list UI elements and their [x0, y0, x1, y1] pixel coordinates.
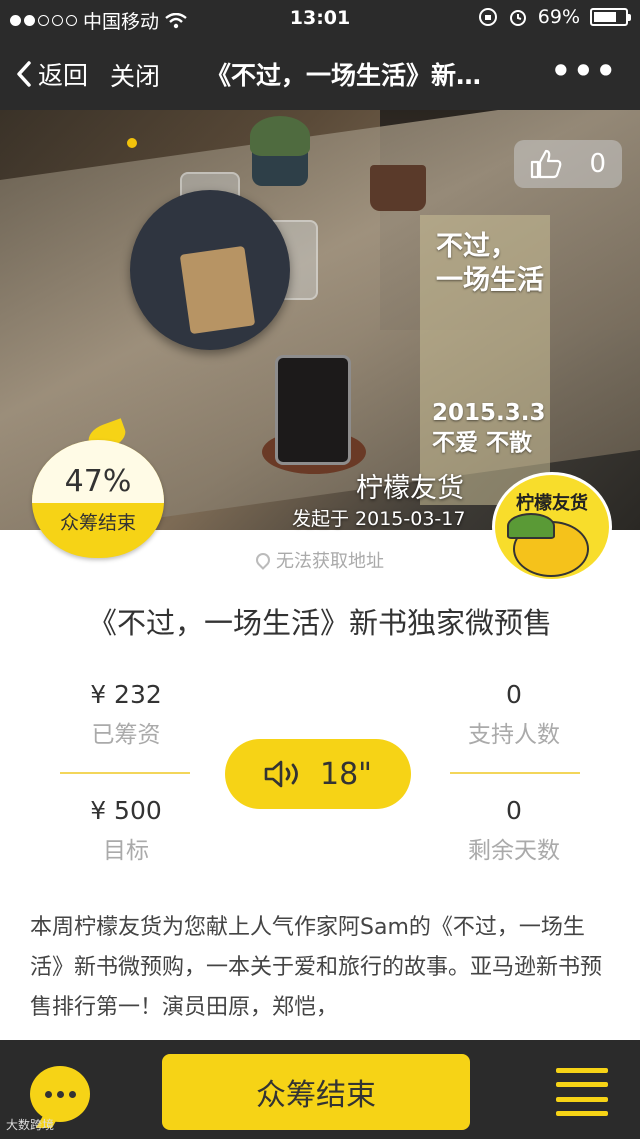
book-cover-date: 2015.3.3 不爱 不散: [432, 400, 546, 456]
start-date: 发起于 2015-03-17: [292, 508, 466, 530]
stat-days-label: 剩余天数: [468, 838, 560, 864]
location: 无法获取地址: [0, 547, 640, 573]
project-title: 《不过，一场生活》新书独家微预售: [87, 606, 552, 640]
back-button[interactable]: 返回: [16, 56, 88, 92]
more-button[interactable]: •••: [551, 52, 618, 90]
alarm-icon: [509, 10, 526, 26]
progress-percent: 47%: [64, 464, 132, 499]
location-pin-icon: [253, 550, 273, 570]
rotation-lock-icon: [478, 8, 497, 26]
watermark: 大数跨境: [6, 1118, 55, 1132]
back-label: 返回: [38, 61, 89, 90]
stat-days-left: 0 剩余天数: [444, 796, 584, 865]
stat-raised-label: 已筹资: [91, 722, 161, 748]
nav-bar: 返回 关闭 《不过，一场生活》新… •••: [0, 36, 640, 110]
book-cover-title: 不过， 一场生活: [436, 231, 544, 296]
stat-raised: ¥ 232 已筹资: [56, 680, 196, 749]
divider: [60, 772, 190, 774]
stat-goal-value: ¥ 500: [90, 796, 162, 825]
voice-message-button[interactable]: 18": [225, 739, 411, 809]
close-button[interactable]: 关闭: [110, 57, 160, 93]
avatar-brand-text: 柠檬友货: [516, 493, 588, 514]
stat-goal-label: 目标: [103, 838, 149, 864]
menu-icon[interactable]: [556, 1068, 608, 1116]
location-text: 无法获取地址: [276, 551, 384, 572]
voice-duration: 18": [320, 756, 372, 792]
carousel-dot: [127, 138, 137, 148]
divider: [450, 772, 580, 774]
stat-days-value: 0: [506, 796, 522, 825]
battery-icon: [590, 8, 631, 26]
stat-raised-value: ¥ 232: [90, 680, 162, 709]
coffee-cup-image: [275, 355, 351, 465]
like-count: 0: [589, 149, 606, 179]
stat-backers: 0 支持人数: [444, 680, 584, 749]
stat-backers-value: 0: [506, 680, 522, 709]
thumbs-up-icon: [530, 149, 562, 179]
chevron-left-icon: [17, 61, 31, 87]
bottom-bar: 众筹结束: [0, 1040, 640, 1139]
stat-goal: ¥ 500 目标: [56, 796, 196, 865]
battery-percent: 69%: [537, 6, 580, 28]
project-description: 本周柠檬友货为您献上人气作家阿Sam的《不过，一场生活》新书微预购，一本关于爱和…: [30, 915, 603, 1020]
progress-badge: 47% 众筹结束: [32, 440, 164, 558]
page-title: 《不过，一场生活》新…: [206, 61, 482, 90]
crowdfunding-action-button[interactable]: 众筹结束: [162, 1054, 470, 1130]
like-button[interactable]: 0: [514, 140, 622, 188]
status-bar: 中国移动 13:01 69%: [0, 0, 640, 36]
progress-status: 众筹结束: [59, 512, 136, 534]
stat-backers-label: 支持人数: [468, 722, 560, 748]
organizer-name[interactable]: 柠檬友货: [356, 466, 464, 505]
speaker-icon: [264, 760, 298, 788]
